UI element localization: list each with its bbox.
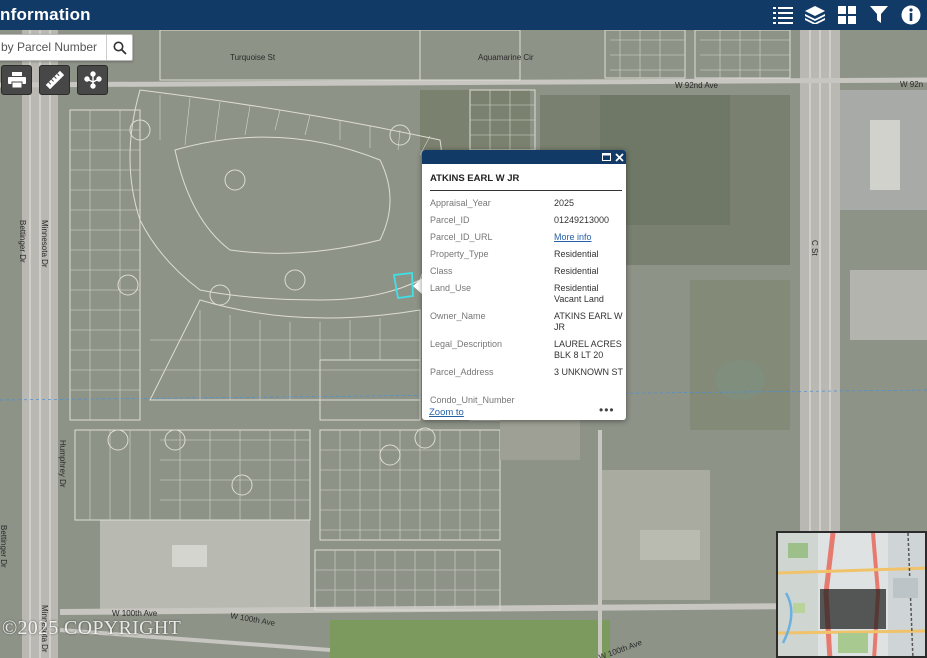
street-label: W 92nd Ave — [675, 81, 719, 90]
street-label: C St — [810, 240, 819, 256]
field-key: Land_Use — [430, 283, 472, 293]
layers-icon[interactable] — [803, 3, 827, 27]
field-key: Parcel_ID_URL — [430, 232, 493, 242]
copyright-watermark: ©2025 COPYRIGHT — [2, 617, 182, 639]
field-key: Condo_Unit_Number — [430, 395, 515, 405]
header-toolbar — [771, 3, 923, 27]
field-key: Property_Type — [430, 249, 489, 259]
list-icon[interactable] — [771, 3, 795, 27]
field-value: ATKINS EARL W JR — [554, 311, 623, 332]
street-label: Bettinger Dr — [18, 220, 27, 263]
field-value: Residential Vacant Land — [554, 283, 604, 304]
maximize-button[interactable] — [600, 151, 612, 163]
more-actions-button[interactable]: ••• — [599, 403, 615, 417]
field-key: Appraisal_Year — [430, 198, 491, 208]
popup-pointer — [413, 278, 422, 294]
more-info-link[interactable]: More info — [554, 232, 626, 243]
field-key: Parcel_ID — [430, 215, 470, 225]
info-icon[interactable] — [899, 3, 923, 27]
close-icon — [614, 152, 624, 162]
app-header: nformation — [0, 0, 927, 30]
field-key: Parcel_Address — [430, 367, 494, 377]
share-network-icon — [83, 71, 102, 89]
street-label: Humphrey Dr — [58, 440, 67, 488]
street-label: Aquamarine Cir — [478, 53, 534, 62]
share-button[interactable] — [77, 65, 108, 95]
parcel-search — [0, 34, 133, 61]
popup-title: ATKINS EARL W JR — [430, 173, 520, 184]
street-label: Turquoise St — [230, 53, 276, 62]
field-value: 2025 — [554, 198, 575, 208]
field-value: LAUREL ACRES BLK 8 LT 20 — [554, 339, 622, 360]
filter-icon[interactable] — [867, 3, 891, 27]
print-icon — [7, 72, 26, 88]
close-button[interactable] — [613, 151, 625, 163]
field-value: Residential — [554, 266, 599, 276]
overview-extent-box[interactable] — [820, 589, 886, 629]
overview-map[interactable] — [776, 531, 927, 658]
field-value: 01249213000 — [554, 215, 610, 225]
search-input[interactable] — [0, 35, 107, 58]
field-value: 3 UNKNOWN ST — [554, 367, 624, 377]
field-key: Class — [430, 266, 453, 276]
search-icon — [113, 41, 127, 55]
field-value: Residential — [554, 249, 599, 259]
street-label: Bettinger Dr — [0, 525, 8, 568]
parcel-popup: ATKINS EARL W JR Appraisal_Year 2025 Par… — [422, 150, 626, 420]
street-label: Minnesota Dr — [40, 220, 49, 268]
popup-header — [422, 150, 626, 164]
search-button[interactable] — [106, 35, 132, 60]
app-title: nformation — [0, 5, 91, 24]
ruler-icon — [45, 71, 64, 89]
field-key: Legal_Description — [430, 339, 503, 349]
street-label: W 92n — [900, 80, 923, 89]
measure-button[interactable] — [39, 65, 70, 95]
zoom-to-link[interactable]: Zoom to — [429, 407, 464, 418]
maximize-icon — [601, 153, 611, 161]
basemap-gallery-icon[interactable] — [835, 3, 859, 27]
divider — [430, 190, 622, 191]
print-button[interactable] — [1, 65, 32, 95]
field-key: Owner_Name — [430, 311, 486, 321]
